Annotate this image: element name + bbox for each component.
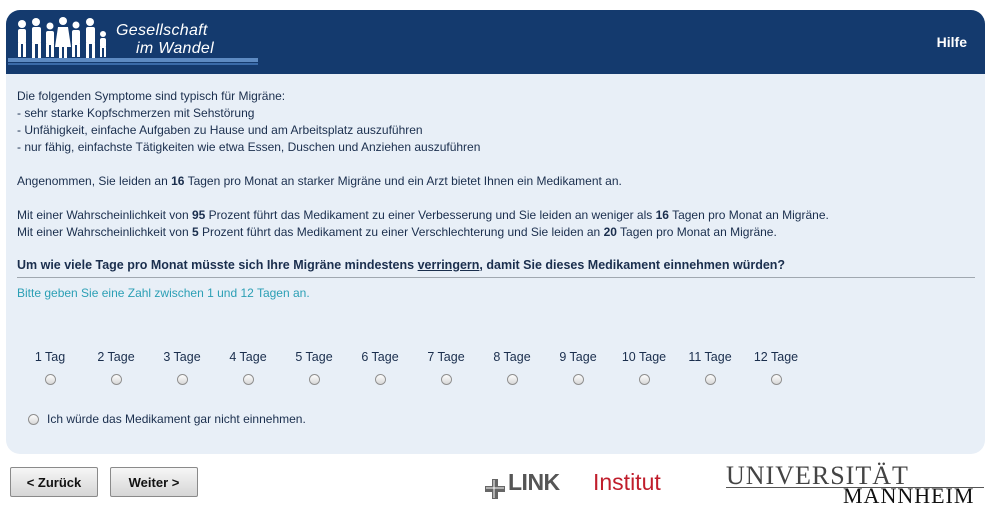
radio-button[interactable] [572,374,584,385]
option-label: 2 Tage [97,350,135,364]
option-7-tage[interactable]: 7 Tage [413,350,479,390]
radio-button[interactable] [110,374,122,385]
radio-button[interactable] [28,414,39,425]
question-prompt: Um wie viele Tage pro Monat müsste sich … [17,258,786,272]
option-10-tage[interactable]: 10 Tage [611,350,677,390]
option-2-tage[interactable]: 2 Tage [83,350,149,390]
radio-button[interactable] [770,374,782,385]
question-panel: Die folgenden Symptome sind typisch für … [6,74,985,454]
option-label: 11 Tage [688,350,732,364]
survey-header: Gesellschaft im Wandel Hilfe [6,10,985,74]
input-hint: Bitte geben Sie eine Zahl zwischen 1 und… [17,286,310,300]
radio-button[interactable] [374,374,386,385]
university-logo-line2: MANNHEIM [843,483,975,508]
option-label: 12 Tage [753,350,799,364]
divider [17,277,975,278]
radio-button[interactable] [638,374,650,385]
brand-line-1: Gesellschaft [116,22,208,39]
option-label: 1 Tag [34,350,66,364]
next-button[interactable]: Weiter > [110,467,198,497]
option-label: 5 Tage [295,350,333,364]
help-link[interactable]: Hilfe [937,34,967,50]
radio-button[interactable] [44,374,56,385]
brand-line-2: im Wandel [136,40,214,57]
option-4-tage[interactable]: 4 Tage [215,350,281,390]
radio-button[interactable] [176,374,188,385]
scenario-text: Angenommen, Sie leiden an 16 Tagen pro M… [17,174,622,188]
option-8-tage[interactable]: 8 Tage [479,350,545,390]
option-label: 3 Tage [163,350,201,364]
option-6-tage[interactable]: 6 Tage [347,350,413,390]
radio-button[interactable] [242,374,254,385]
link-institut-text: Institut [593,469,661,495]
link-cross-icon [485,479,505,499]
option-label: 9 Tage [559,350,597,364]
option-no-medication[interactable]: Ich würde das Medikament gar nicht einne… [28,412,306,426]
brand-title: Gesellschaft im Wandel [116,22,214,58]
symptom-line: - sehr starke Kopfschmerzen mit Sehstöru… [17,106,255,120]
outcome-improvement: Mit einer Wahrscheinlichkeit von 95 Proz… [17,208,829,222]
question-text: Die folgenden Symptome sind typisch für … [17,88,977,241]
radio-button[interactable] [308,374,320,385]
back-button[interactable]: < Zurück [10,467,98,497]
option-label: 7 Tage [427,350,465,364]
option-label: 8 Tage [493,350,531,364]
option-label: 6 Tage [361,350,399,364]
option-12-tage[interactable]: 12 Tage [743,350,809,390]
option-3-tage[interactable]: 3 Tage [149,350,215,390]
option-label: 4 Tage [229,350,267,364]
outcome-worsening: Mit einer Wahrscheinlichkeit von 5 Proze… [17,225,777,239]
option-9-tage[interactable]: 9 Tage [545,350,611,390]
radio-button[interactable] [440,374,452,385]
option-label: 10 Tage [621,350,667,364]
intro-line: Die folgenden Symptome sind typisch für … [17,89,286,103]
option-label: Ich würde das Medikament gar nicht einne… [47,412,306,426]
symptom-line: - nur fähig, einfachste Tätigkeiten wie … [17,140,481,154]
option-1-tag[interactable]: 1 Tag [17,350,83,390]
symptom-line: - Unfähigkeit, einfache Aufgaben zu Haus… [17,123,423,137]
radio-button[interactable] [704,374,716,385]
link-logo-text: LINK [508,469,560,495]
radio-button[interactable] [506,374,518,385]
option-11-tage[interactable]: 11 Tage [677,350,743,390]
option-5-tage[interactable]: 5 Tage [281,350,347,390]
